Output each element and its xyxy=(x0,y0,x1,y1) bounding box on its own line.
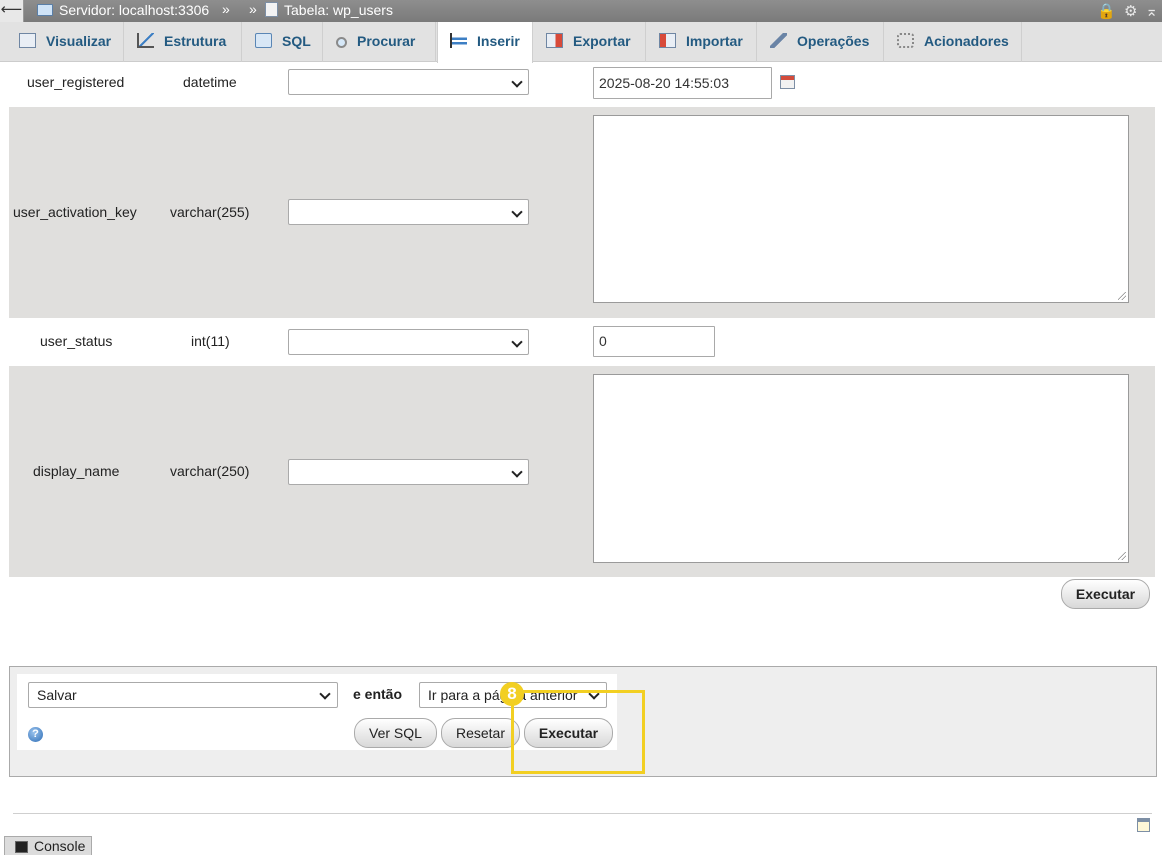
console-label: Console xyxy=(34,838,86,854)
function-select[interactable] xyxy=(288,199,529,225)
function-select[interactable] xyxy=(288,459,529,485)
top-breadcrumb-bar: ⟵ Servidor: localhost:3306 » » Tabela: w… xyxy=(0,0,1162,22)
divider xyxy=(13,813,1152,814)
breadcrumb-server-label: Servidor: localhost:3306 xyxy=(59,2,210,18)
column-name: user_registered xyxy=(27,74,125,90)
execute-button[interactable]: Executar xyxy=(1061,579,1150,609)
insert-icon xyxy=(450,33,467,48)
console-tab[interactable]: Console xyxy=(4,836,92,855)
tab-label: Exportar xyxy=(573,33,631,49)
tab-operations[interactable]: Operações xyxy=(758,22,884,62)
then-label: e então xyxy=(353,686,403,702)
sql-icon xyxy=(255,33,272,48)
breadcrumb-server[interactable]: Servidor: localhost:3306 xyxy=(37,2,209,18)
tab-search[interactable]: Procurar xyxy=(324,22,436,62)
gear-icon[interactable]: ⚙ xyxy=(1124,2,1137,20)
tab-sql[interactable]: SQL xyxy=(243,22,323,62)
reset-button[interactable]: Resetar xyxy=(441,718,520,748)
structure-icon xyxy=(137,33,154,48)
column-type: varchar(255) xyxy=(170,204,250,220)
tab-label: Visualizar xyxy=(46,33,112,49)
insert-row-display-name: display_name varchar(250) xyxy=(9,366,1155,577)
tab-browse[interactable]: Visualizar xyxy=(7,22,124,62)
table-icon xyxy=(265,2,278,17)
tab-insert[interactable]: Inserir xyxy=(437,22,533,63)
tab-bar: Visualizar Estrutura SQL Procurar Inseri… xyxy=(0,22,1162,63)
triggers-icon xyxy=(897,33,914,48)
value-textarea[interactable] xyxy=(593,374,1129,563)
tab-label: Procurar xyxy=(357,33,416,49)
tab-import[interactable]: Importar xyxy=(647,22,757,62)
column-type: datetime xyxy=(183,74,237,90)
tab-triggers[interactable]: Acionadores xyxy=(885,22,1022,62)
wrench-icon xyxy=(770,33,787,48)
import-icon xyxy=(659,33,676,48)
function-select[interactable] xyxy=(288,69,529,95)
console-icon xyxy=(15,841,28,853)
tab-structure[interactable]: Estrutura xyxy=(125,22,242,62)
tab-label: Importar xyxy=(686,33,743,49)
value-input[interactable]: 2025-08-20 14:55:03 xyxy=(593,67,772,99)
tab-label: Inserir xyxy=(477,33,520,49)
help-icon[interactable]: ? xyxy=(28,727,43,742)
breadcrumb-separator: » xyxy=(249,1,257,17)
notes-icon[interactable] xyxy=(1137,818,1150,832)
action-select[interactable]: Salvar xyxy=(28,682,338,708)
tab-export[interactable]: Exportar xyxy=(534,22,646,62)
browse-icon xyxy=(19,33,36,48)
breadcrumb-table-label: Tabela: wp_users xyxy=(284,2,393,18)
value-input[interactable]: 0 xyxy=(593,326,715,357)
tab-label: Estrutura xyxy=(164,33,227,49)
function-select[interactable] xyxy=(288,329,529,355)
tab-label: SQL xyxy=(282,33,311,49)
breadcrumb-table[interactable]: Tabela: wp_users xyxy=(265,2,393,18)
tab-label: Operações xyxy=(797,33,870,49)
preview-sql-button[interactable]: Ver SQL xyxy=(354,718,437,748)
value-textarea[interactable] xyxy=(593,115,1129,303)
search-icon xyxy=(336,37,347,48)
annotation-highlight-box xyxy=(511,690,645,774)
insert-row-user-activation-key: user_activation_key varchar(255) xyxy=(9,107,1155,318)
insert-row-user-status: user_status int(11) 0 xyxy=(9,318,1155,366)
column-name: user_activation_key xyxy=(13,204,137,220)
column-type: varchar(250) xyxy=(170,463,250,479)
column-type: int(11) xyxy=(191,333,230,349)
calendar-icon[interactable] xyxy=(780,75,795,89)
top-right-icons: 🔒 ⚙ ⌅ xyxy=(1089,2,1158,20)
breadcrumb-separator: » xyxy=(222,1,230,17)
server-icon xyxy=(37,4,53,16)
export-icon xyxy=(546,33,563,48)
collapse-icon[interactable]: ⌅ xyxy=(1145,2,1158,20)
tab-label: Acionadores xyxy=(924,33,1009,49)
column-name: user_status xyxy=(40,333,113,349)
back-arrow-icon[interactable]: ⟵ xyxy=(0,0,24,22)
lock-icon[interactable]: 🔒 xyxy=(1097,2,1116,20)
step-number-badge: 8 xyxy=(500,682,524,706)
column-name: display_name xyxy=(33,463,120,479)
insert-row-user-registered: user_registered datetime 2025-08-20 14:5… xyxy=(9,62,1155,107)
